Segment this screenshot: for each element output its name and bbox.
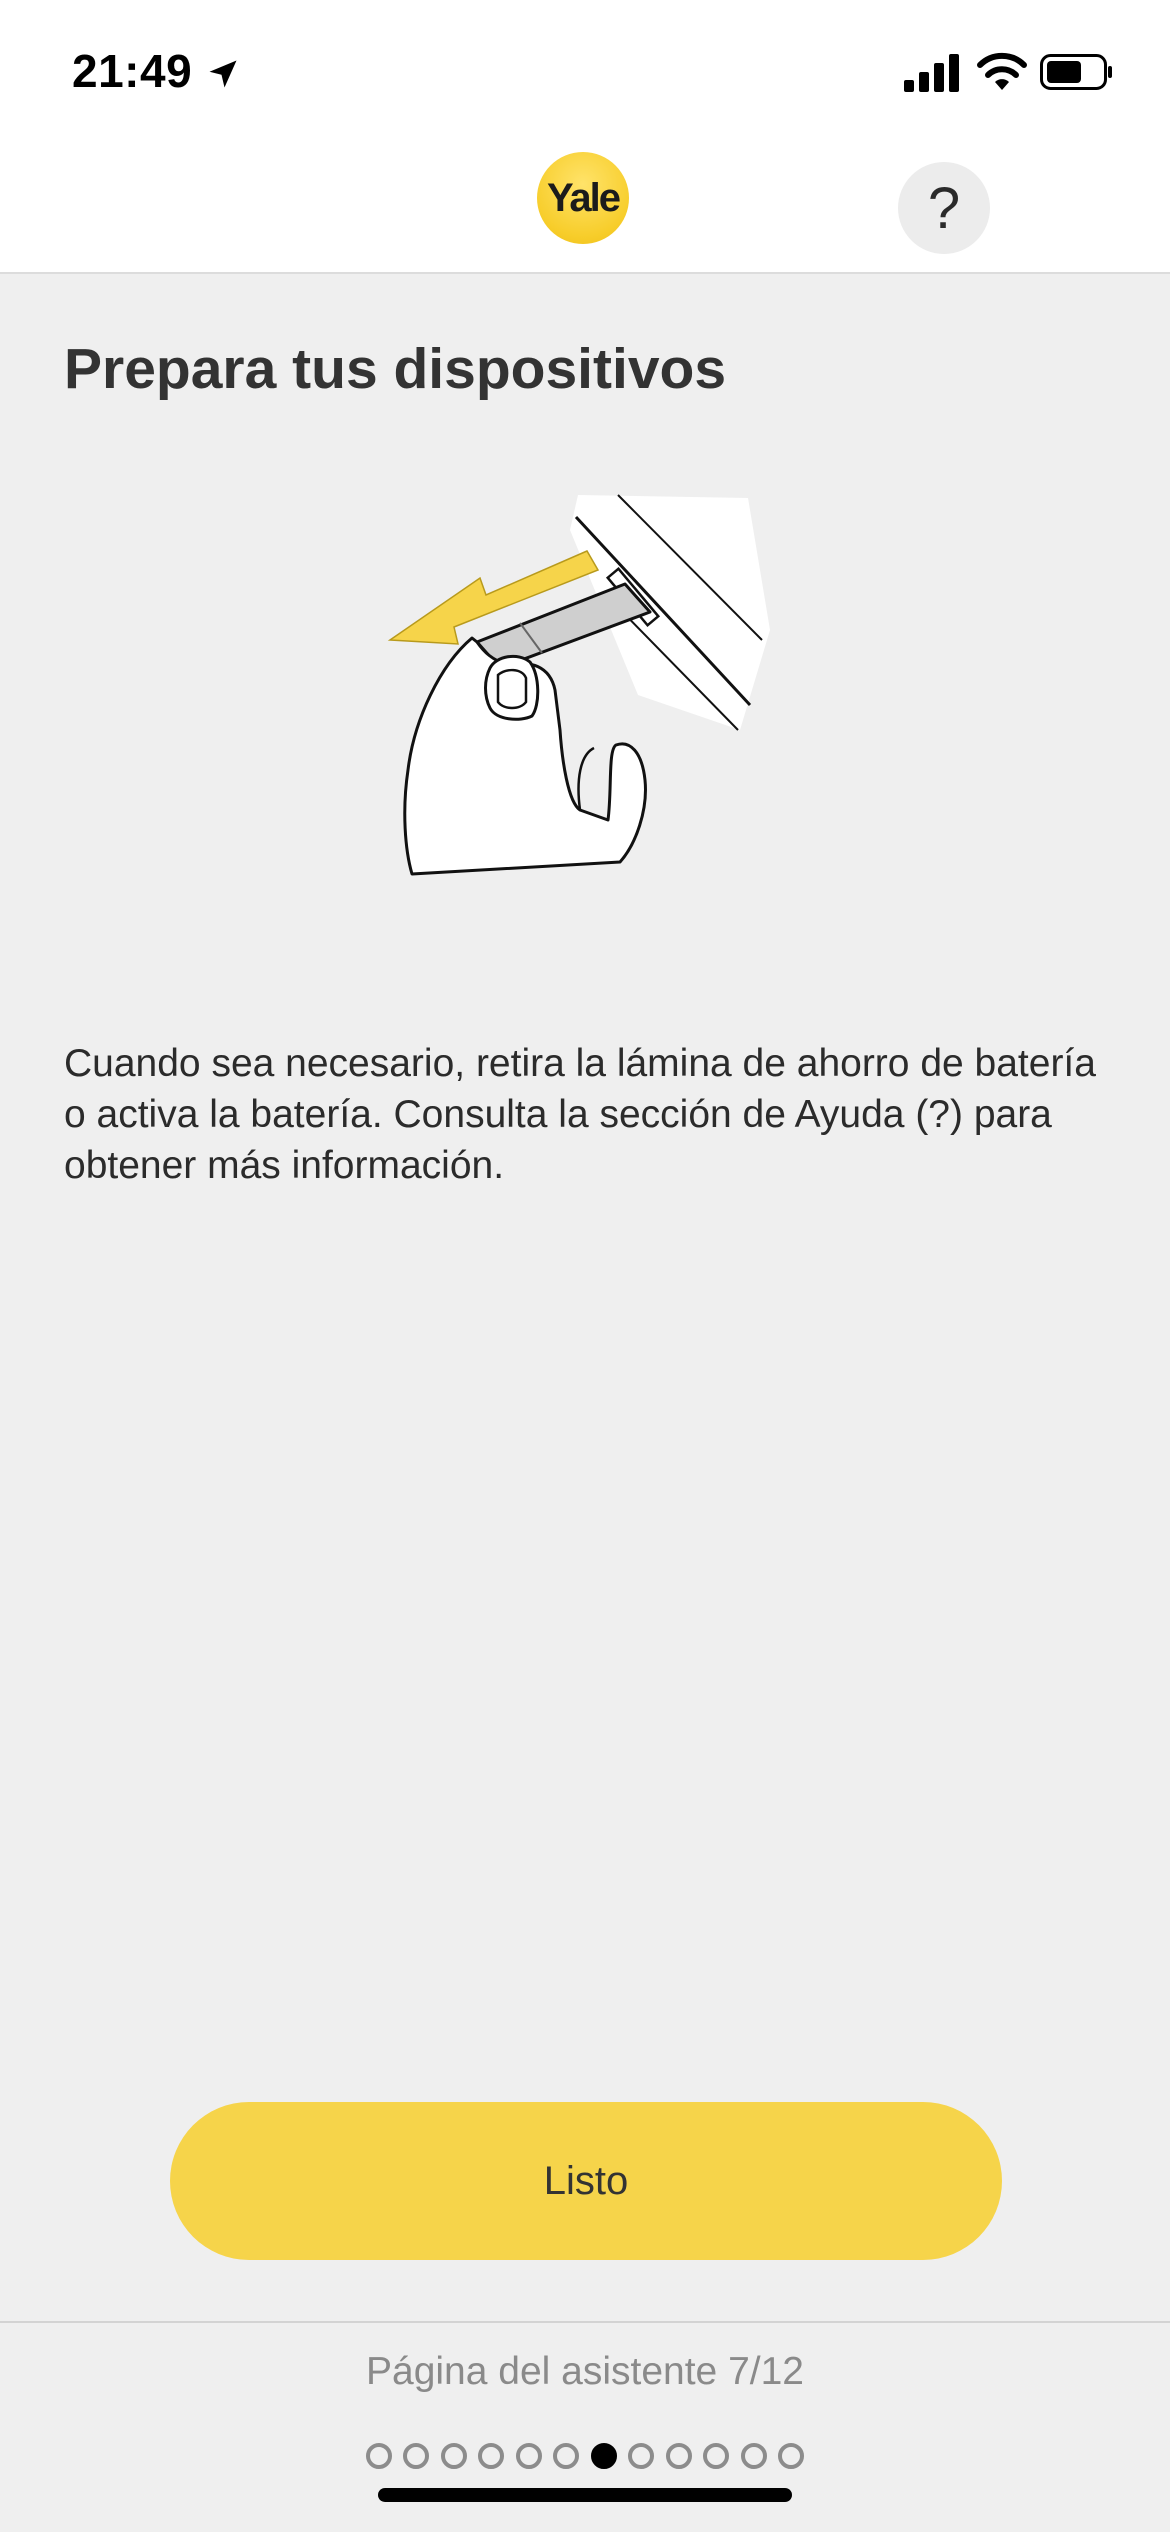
- pagination-dot: [478, 2443, 505, 2469]
- help-button[interactable]: ?: [898, 162, 990, 254]
- wifi-icon: [977, 52, 1027, 90]
- pagination-dot: [703, 2443, 730, 2469]
- wizard-page-label: Página del asistente 7/12: [366, 2350, 804, 2393]
- pagination-dot: [440, 2443, 467, 2469]
- pagination-dot: [665, 2443, 692, 2469]
- pagination-dot: [553, 2443, 580, 2469]
- done-button[interactable]: Listo: [170, 2102, 1002, 2260]
- cellular-signal-icon: [904, 54, 959, 92]
- done-button-label: Listo: [543, 2158, 629, 2203]
- location-arrow-icon: [209, 60, 237, 88]
- battery-icon: [1040, 54, 1112, 90]
- app-header: Yale ?: [0, 140, 1170, 274]
- pagination-dot: [740, 2443, 767, 2469]
- footer-divider: [0, 2321, 1170, 2323]
- logo-text: Yale: [546, 175, 621, 220]
- pagination-dot: [515, 2443, 542, 2469]
- yale-logo: Yale: [537, 152, 629, 244]
- help-icon: ?: [927, 175, 961, 241]
- home-indicator[interactable]: [378, 2488, 792, 2502]
- pagination-dot: [628, 2443, 655, 2469]
- page-title: Prepara tus dispositivos: [64, 337, 727, 401]
- pagination-dot: [778, 2443, 805, 2469]
- status-time: 21:49: [72, 45, 193, 97]
- pagination-dot: [590, 2443, 617, 2469]
- pagination-dot: [403, 2443, 430, 2469]
- pagination-dot: [365, 2443, 392, 2469]
- status-bar: 21:49: [0, 0, 1170, 140]
- pagination-dots: [0, 2443, 1170, 2469]
- battery-tab-illustration: [387, 494, 770, 876]
- instruction-text: Cuando sea necesario, retira la lámina d…: [64, 1042, 1096, 1187]
